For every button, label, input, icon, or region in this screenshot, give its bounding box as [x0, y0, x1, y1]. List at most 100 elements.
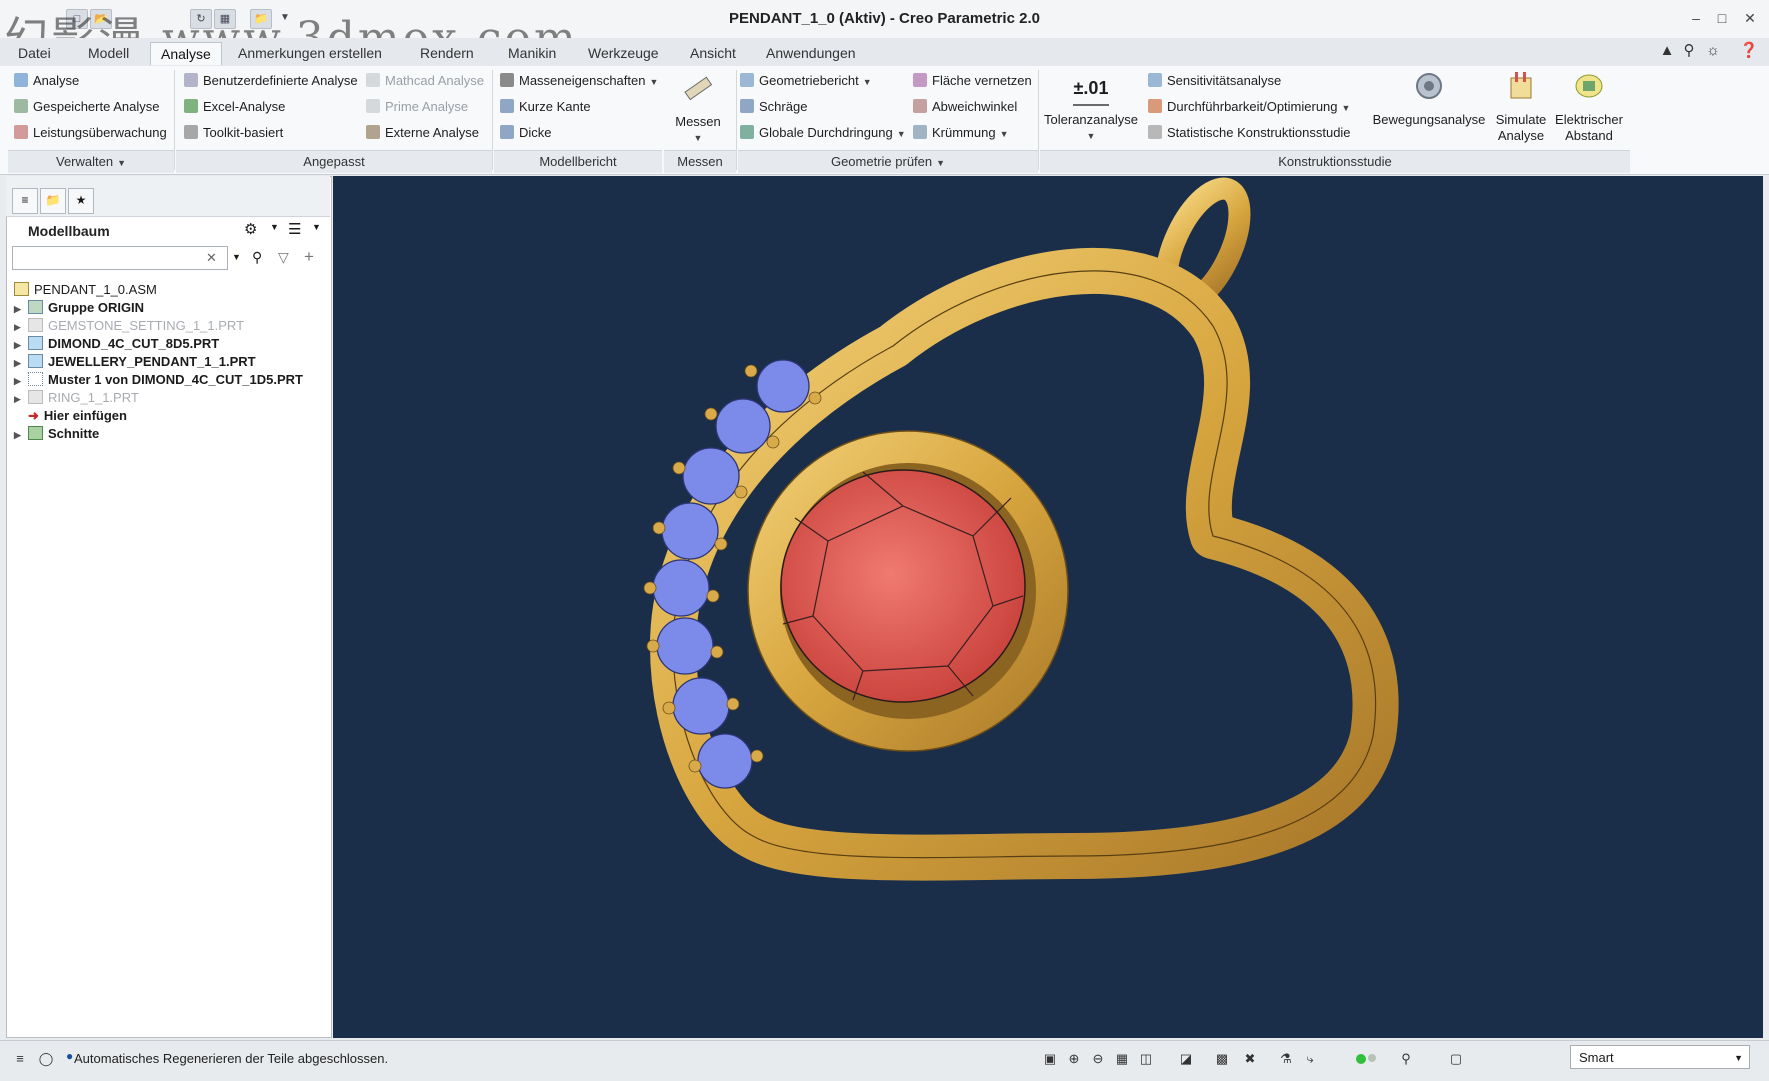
zoom-out-icon[interactable]: ⊖	[1088, 1049, 1108, 1069]
prime-analysis-button[interactable]: Prime Analyse	[366, 96, 468, 118]
maximize-icon[interactable]: □	[1710, 8, 1734, 28]
simulate-icon	[1510, 72, 1532, 99]
expand-icon[interactable]: ▶	[14, 372, 28, 390]
tab-ansicht[interactable]: Ansicht	[680, 42, 746, 64]
tree-node-jewellery-pendant[interactable]: ▶ JEWELLERY_PENDANT_1_1.PRT	[14, 353, 256, 371]
tab-rendern[interactable]: Rendern	[410, 42, 484, 64]
group-geometrie[interactable]: Geometrie prüfen ▼	[738, 150, 1038, 173]
mass-properties-button[interactable]: Masseneigenschaften ▼	[500, 70, 658, 92]
short-edge-button[interactable]: Kurze Kante	[500, 96, 591, 118]
chevron-down-icon[interactable]: ▼	[270, 222, 279, 232]
tree-node-assembly[interactable]: PENDANT_1_0.ASM	[14, 281, 157, 299]
expand-icon[interactable]: ▶	[14, 300, 28, 318]
tab-anwendungen[interactable]: Anwendungen	[756, 42, 866, 64]
tab-anmerkungen[interactable]: Anmerkungen erstellen	[228, 42, 392, 64]
clear-search-icon[interactable]: ✕	[206, 250, 217, 266]
expand-icon[interactable]: ▶	[14, 426, 28, 444]
group-verwalten[interactable]: Verwalten ▼	[8, 150, 174, 173]
community-icon[interactable]: ☼	[1702, 40, 1724, 62]
performance-monitor-button[interactable]: Leistungsüberwachung	[14, 122, 167, 144]
part-icon	[28, 318, 43, 332]
custom-analysis-button[interactable]: Benutzerdefinierte Analyse	[184, 70, 358, 92]
chevron-down-icon[interactable]: ▼	[312, 222, 321, 232]
thickness-button[interactable]: Dicke	[500, 122, 552, 144]
sensitivity-analysis-button[interactable]: Sensitivitätsanalyse	[1148, 70, 1281, 92]
tree-node-dimond-8d5[interactable]: ▶ DIMOND_4C_CUT_8D5.PRT	[14, 335, 219, 353]
global-interference-button[interactable]: Globale Durchdringung ▼	[740, 122, 906, 144]
spin-center-icon[interactable]: ⤷	[1300, 1049, 1320, 1069]
ribbon-separator	[174, 70, 175, 170]
draft-button[interactable]: Schräge	[740, 96, 807, 118]
find-icon[interactable]: ⚲	[1396, 1049, 1416, 1069]
saved-orientations-icon[interactable]: ◫	[1136, 1049, 1156, 1069]
zoom-in-icon[interactable]: ⊕	[1064, 1049, 1084, 1069]
minimize-icon[interactable]: –	[1684, 8, 1708, 28]
interference-icon	[740, 125, 754, 139]
mesh-surface-button[interactable]: Fläche vernetzen	[913, 70, 1032, 92]
pendant-model[interactable]	[333, 176, 1763, 1038]
curvature-button[interactable]: Krümmung ▼	[913, 122, 1009, 144]
group-messen: Messen	[664, 150, 736, 173]
repaint-icon[interactable]: ▦	[1112, 1049, 1132, 1069]
graphics-viewport[interactable]	[333, 176, 1763, 1038]
annotation-display-icon[interactable]: ⚗	[1276, 1049, 1296, 1069]
expand-icon[interactable]: ▶	[14, 318, 28, 336]
navigator-toggle-icon[interactable]: ≡	[10, 1049, 30, 1069]
add-icon[interactable]: +	[304, 247, 314, 267]
folder-browser-tab-icon[interactable]: 📁	[40, 188, 66, 214]
tab-manikin[interactable]: Manikin	[498, 42, 566, 64]
status-led-icon	[1368, 1054, 1376, 1062]
show-icon[interactable]: ☰	[288, 220, 301, 238]
filter-icon[interactable]: ▽	[278, 249, 289, 266]
electrical-clearance-button[interactable]: Elektrischer Abstand	[1554, 70, 1624, 144]
tree-node-sections[interactable]: ▶ Schnitte	[14, 425, 99, 443]
tree-node-gemstone-setting[interactable]: ▶ GEMSTONE_SETTING_1_1.PRT	[14, 317, 244, 335]
chevron-down-icon: ▼	[117, 158, 126, 168]
collapse-ribbon-icon[interactable]: ▲	[1656, 40, 1678, 62]
tab-modell[interactable]: Modell	[78, 42, 139, 64]
find-icon[interactable]: ⚲	[252, 249, 262, 266]
display-style-icon[interactable]: ◪	[1176, 1049, 1196, 1069]
tab-datei[interactable]: Datei	[8, 42, 61, 64]
tree-node-pattern[interactable]: ▶ Muster 1 von DIMOND_4C_CUT_1D5.PRT	[14, 371, 303, 389]
search-icon[interactable]: ⚲	[1678, 40, 1700, 62]
expand-icon[interactable]: ▶	[14, 336, 28, 354]
selection-filter-select[interactable]: Smart ▼	[1570, 1045, 1750, 1069]
tab-analyse[interactable]: Analyse	[150, 42, 222, 65]
expand-icon[interactable]: ▶	[14, 390, 28, 408]
mathcad-analysis-button[interactable]: Mathcad Analyse	[366, 70, 484, 92]
motion-analysis-button[interactable]: Bewegungsanalyse	[1370, 70, 1488, 128]
measure-button[interactable]: Messen ▼	[668, 72, 728, 146]
external-analysis-button[interactable]: Externe Analyse	[366, 122, 479, 144]
saved-analysis-button[interactable]: Gespeicherte Analyse	[14, 96, 159, 118]
saved-analysis-icon	[14, 99, 28, 113]
browser-toggle-icon[interactable]: ◯	[36, 1049, 56, 1069]
favorites-tab-icon[interactable]: ★	[68, 188, 94, 214]
geometry-report-button[interactable]: Geometriebericht ▼	[740, 70, 872, 92]
settings-icon[interactable]: ⚙	[244, 220, 257, 238]
datum-display-icon[interactable]: ✖	[1240, 1049, 1260, 1069]
view-manager-icon[interactable]: ▩	[1212, 1049, 1232, 1069]
help-icon[interactable]: ❓	[1738, 40, 1760, 62]
excel-analysis-button[interactable]: Excel-Analyse	[184, 96, 285, 118]
feasibility-optimization-button[interactable]: Durchführbarkeit/Optimierung ▼	[1148, 96, 1350, 118]
simulate-analysis-button[interactable]: Simulate Analyse	[1490, 70, 1552, 144]
statistical-study-button[interactable]: Statistische Konstruktionsstudie	[1148, 122, 1351, 144]
analyse-icon	[14, 73, 28, 87]
chevron-down-icon[interactable]: ▼	[232, 252, 241, 262]
tree-node-ring[interactable]: ▶ RING_1_1.PRT	[14, 389, 139, 407]
expand-icon[interactable]: ▶	[14, 354, 28, 372]
tree-node-group-origin[interactable]: ▶ Gruppe ORIGIN	[14, 299, 144, 317]
tree-node-insert-here[interactable]: ➜ Hier einfügen	[14, 407, 127, 425]
analyse-button[interactable]: Analyse	[14, 70, 79, 92]
refit-icon[interactable]: ▣	[1040, 1049, 1060, 1069]
close-icon[interactable]: ✕	[1738, 8, 1762, 28]
tolerance-analysis-button[interactable]: ±.01 Toleranzanalyse ▼	[1042, 72, 1140, 144]
selection-box-icon[interactable]: ▢	[1446, 1049, 1466, 1069]
ribbon-separator	[492, 70, 493, 170]
tab-werkzeuge[interactable]: Werkzeuge	[578, 42, 669, 64]
tree-search-input[interactable]	[12, 246, 228, 270]
model-tree-tab-icon[interactable]: ≡	[12, 188, 38, 214]
toolkit-button[interactable]: Toolkit-basiert	[184, 122, 283, 144]
deviation-angle-button[interactable]: Abweichwinkel	[913, 96, 1017, 118]
